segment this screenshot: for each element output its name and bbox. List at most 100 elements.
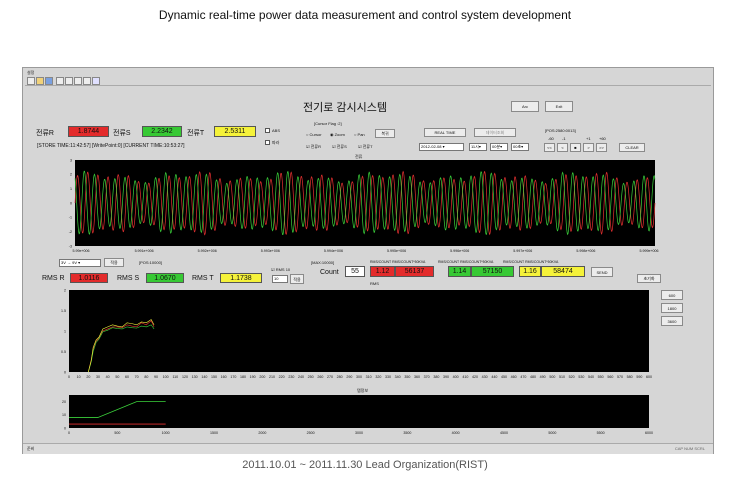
step-y-tick-label: 10 [62,413,66,417]
clear-button[interactable]: CLEAR [619,143,645,152]
send-button[interactable]: SEND [591,267,613,277]
channel-s-label: 전류S [336,144,347,149]
offset-minus-1: -1 [562,136,566,141]
nav-stop-button[interactable]: ■ [570,143,581,152]
range-1800-button[interactable]: 1800 [661,303,683,313]
wave-x-tick-label: 5.993e+006 [261,249,280,253]
help-icon[interactable] [92,77,100,85]
hour-select[interactable]: 11시▾ [469,143,487,151]
current-t-value: 2.5311 [214,126,256,137]
cursor-radio[interactable]: ○ Cursor [306,132,322,137]
rms-x-tick-label: 290 [346,375,352,379]
apply-button[interactable]: 적용 [104,258,124,267]
rms-x-tick-label: 280 [337,375,343,379]
app-window: 설정 전기로 감시시스템 Arc Exit 전류R 1.8744 전류S 2.2… [22,67,714,454]
rms-x-tick-label: 420 [472,375,478,379]
rms-window-input[interactable]: 10 [272,275,288,283]
channel-t-checkbox[interactable]: ☑ 전류T [358,144,373,150]
rms-x-tick-label: 190 [250,375,256,379]
step-x-tick-label: 5500 [597,431,605,435]
rms-count-s-b: 57150 [471,266,514,277]
rms-x-tick-label: 170 [230,375,236,379]
step-x-tick-label: 4500 [500,431,508,435]
rms-x-tick-label: 310 [366,375,372,379]
arc-button[interactable]: Arc [511,101,539,112]
nav-last-button[interactable]: >> [596,143,607,152]
rms-header-3: RMS/COUNT RMS/COUNT*50KVA [503,260,559,264]
rms-x-tick-label: 450 [501,375,507,379]
print-icon[interactable] [83,77,91,85]
date-select[interactable]: 2012-02-08 ▾ [419,143,464,151]
step-x-tick-label: 4000 [452,431,460,435]
zoom-radio[interactable]: ◉ Zoom [330,132,345,137]
voltage-select-value: 3V → 9V [61,260,78,265]
step-x-tick-label: 5000 [548,431,556,435]
rms-x-tick-label: 270 [327,375,333,379]
rms-x-tick-label: 60 [125,375,129,379]
range-600-button[interactable]: 600 [661,290,683,300]
new-file-icon[interactable] [27,77,35,85]
nav-prev-button[interactable]: < [557,143,568,152]
restore-button[interactable]: 복귀 [375,129,395,138]
rms-x-tick-label: 160 [221,375,227,379]
save-icon[interactable] [45,77,53,85]
real-time-button[interactable]: REAL TIME [424,128,466,137]
rms-apply-button[interactable]: 적용 [290,274,304,284]
second-value: 00초 [513,144,522,149]
paste-icon[interactable] [74,77,82,85]
abs-checkbox[interactable] [265,128,270,133]
reset-button[interactable]: 초기화 [637,274,661,283]
count-value: 55 [345,266,365,277]
rms-x-tick-label: 520 [569,375,575,379]
rms-y-tick-label: 0.5 [61,350,66,354]
pan-radio[interactable]: ○ Pan [354,132,365,137]
rms-x-tick-label: 70 [135,375,139,379]
range-3600-button[interactable]: 3600 [661,316,683,326]
rms-t-label: RMS T [192,275,214,282]
toolbar [25,77,711,86]
rms-x-tick-label: 560 [607,375,613,379]
wave-x-tick-label: 5.995e+006 [387,249,406,253]
nav-first-button[interactable]: << [544,143,555,152]
current-s-label: 전류S [113,130,131,137]
hour-value: 11시 [471,144,479,149]
rms10-checkbox[interactable]: ☑ RMS 10 [271,267,290,272]
rms-trend-chart: 2 1.5 1 0.5 00 10 20 30 40 50 60 70 80 90 100 110 120 130… [61,288,652,379]
rms-x-tick-label: 590 [636,375,642,379]
rms-x-tick-label: 570 [617,375,623,379]
open-folder-icon[interactable] [36,77,44,85]
channel-r-checkbox[interactable]: ☑ 전류R [306,144,321,150]
rms-x-tick-label: 140 [201,375,207,379]
wave-x-tick-label: 5.991e+006 [135,249,154,253]
nav-next-button[interactable]: > [583,143,594,152]
pos-readout: [POS:2580:0013] [545,128,576,133]
data-query-button[interactable]: 데이터조회 [474,128,516,137]
step-x-tick-label: 3000 [355,431,363,435]
step-x-tick-label: 2500 [307,431,315,435]
rms-x-tick-label: 440 [491,375,497,379]
rms-x-tick-label: 510 [559,375,565,379]
cursor-flag-label: [Cursor Flag :2] [314,121,342,126]
cut-icon[interactable] [56,77,64,85]
minute-select[interactable]: 00분▾ [490,143,508,151]
rms-x-tick-label: 80 [144,375,148,379]
voltage-select[interactable]: 3V → 9V ▾ [59,259,101,267]
current-t-label: 전류T [187,130,205,137]
step-y-tick-label: 20 [62,400,66,404]
status-bar: 준비 CAP NUM SCRL [23,443,713,454]
second-select[interactable]: 00초▾ [511,143,529,151]
copy-icon[interactable] [65,77,73,85]
menu-settings[interactable]: 설정 [27,70,34,76]
option2-checkbox[interactable] [265,140,270,145]
minute-value: 00분 [492,144,501,149]
rms-r-label: RMS R [42,275,65,282]
rms-x-tick-label: 250 [308,375,314,379]
rms-x-tick-label: 600 [646,375,652,379]
exit-button[interactable]: Exit [545,101,573,112]
rms-x-tick-label: 460 [511,375,517,379]
wave-y-tick-label: 3 [70,158,72,162]
step-x-tick-label: 2000 [258,431,266,435]
channel-s-checkbox[interactable]: ☑ 전류S [332,144,347,150]
rms-x-tick-label: 30 [96,375,100,379]
pan-radio-label: Pan [357,132,365,137]
